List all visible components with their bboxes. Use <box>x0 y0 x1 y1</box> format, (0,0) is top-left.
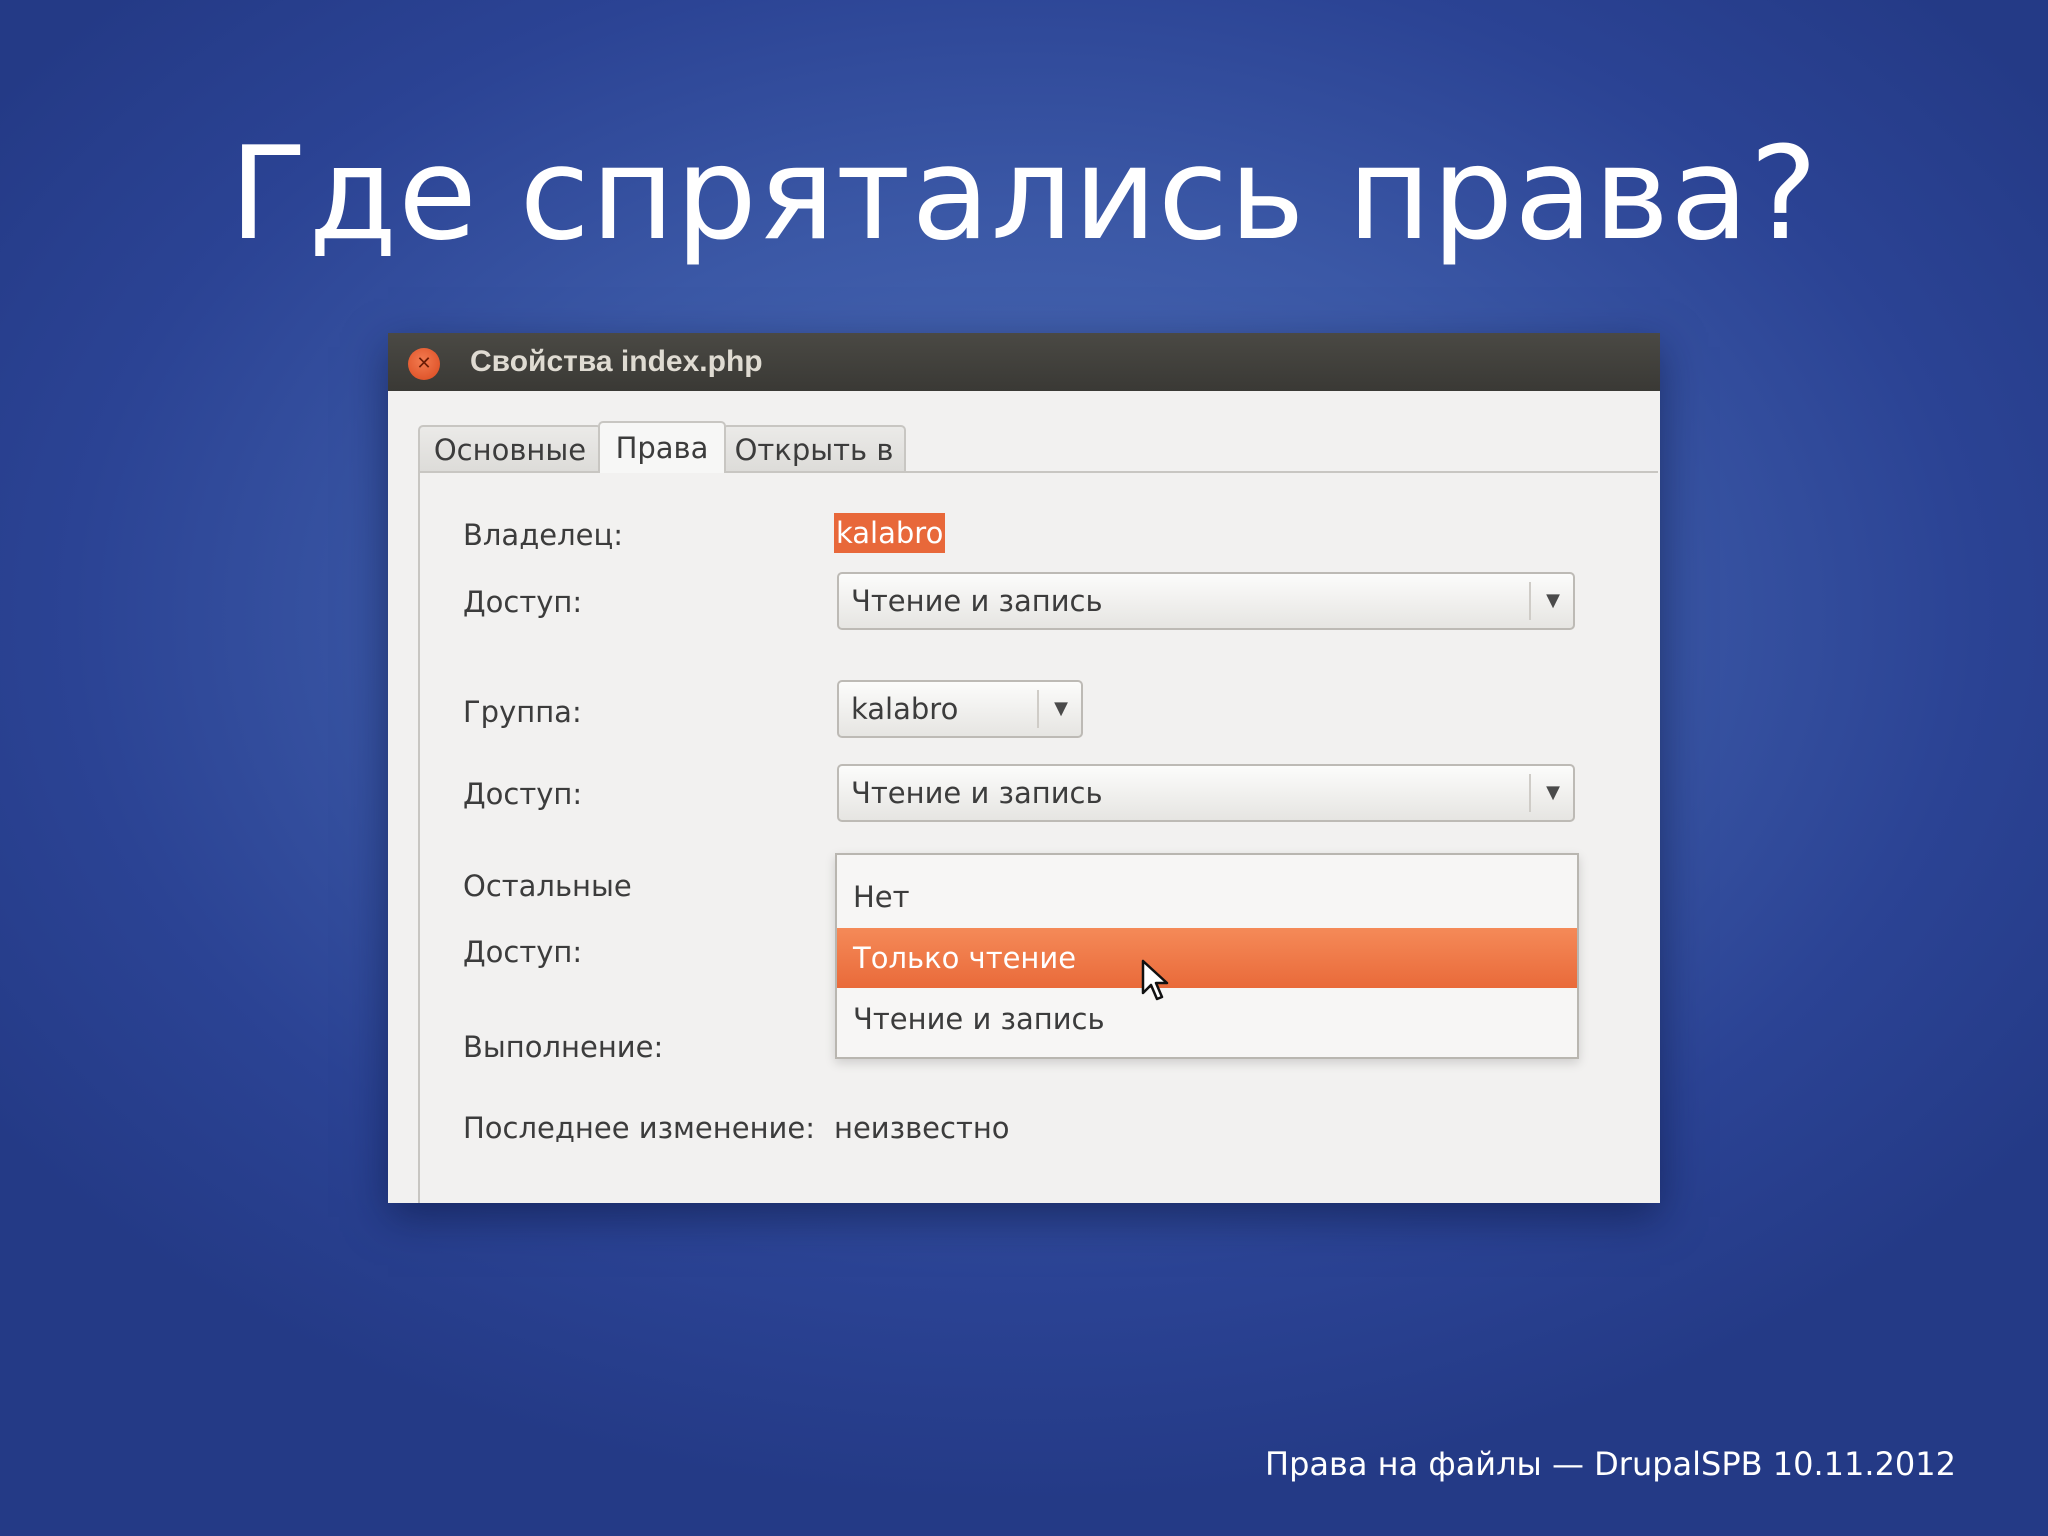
group-access-combo[interactable]: Чтение и запись ▼ <box>837 764 1575 822</box>
tab-basic[interactable]: Основные <box>418 425 602 471</box>
close-button[interactable]: ✕ <box>408 348 440 380</box>
group-access-label: Доступ: <box>463 777 583 811</box>
combo-separator <box>1529 582 1531 620</box>
chevron-down-icon: ▼ <box>1546 782 1560 803</box>
slide-title: Где спрятались права? <box>229 120 1819 269</box>
chevron-down-icon: ▼ <box>1546 590 1560 611</box>
execute-label: Выполнение: <box>463 1030 664 1064</box>
group-combo[interactable]: kalabro ▼ <box>837 680 1083 738</box>
owner-access-combo[interactable]: Чтение и запись ▼ <box>837 572 1575 630</box>
tab-open-with[interactable]: Открыть в <box>722 425 906 471</box>
group-value: kalabro <box>851 692 959 726</box>
combo-separator <box>1037 690 1039 728</box>
modified-value: неизвестно <box>834 1111 1010 1145</box>
owner-access-value: Чтение и запись <box>851 584 1103 618</box>
chevron-down-icon: ▼ <box>1054 698 1068 719</box>
window-title: Свойства index.php <box>470 345 763 378</box>
others-access-dropdown: Нет Только чтение Чтение и запись <box>835 853 1579 1059</box>
close-icon: ✕ <box>416 353 432 374</box>
owner-value[interactable]: kalabro <box>834 513 946 553</box>
dropdown-option-read-only[interactable]: Только чтение <box>837 928 1577 988</box>
window-titlebar: ✕ Свойства index.php <box>388 333 1660 391</box>
others-label: Остальные <box>463 869 632 903</box>
owner-access-label: Доступ: <box>463 585 583 619</box>
dropdown-option-read-write[interactable]: Чтение и запись <box>837 989 1577 1049</box>
tab-permissions[interactable]: Права <box>598 421 726 473</box>
modified-label: Последнее изменение: <box>463 1111 815 1145</box>
slide-footer: Права на файлы — DrupalSPB 10.11.2012 <box>1265 1445 1956 1483</box>
owner-label: Владелец: <box>463 518 623 552</box>
others-access-label: Доступ: <box>463 935 583 969</box>
group-label: Группа: <box>463 695 582 729</box>
dropdown-option-none[interactable]: Нет <box>837 867 1577 927</box>
group-access-value: Чтение и запись <box>851 776 1103 810</box>
mouse-pointer-icon <box>1141 959 1169 1001</box>
combo-separator <box>1529 774 1531 812</box>
